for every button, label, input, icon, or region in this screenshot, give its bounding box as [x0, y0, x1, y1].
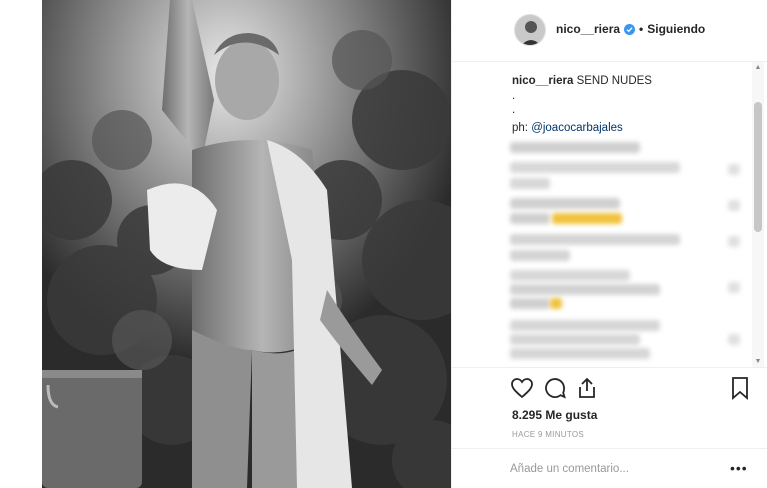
caption-username[interactable]: nico__riera [512, 75, 573, 87]
post-detail-panel: nico__riera • Siguiendo nico__riera SEND… [451, 0, 767, 488]
add-comment-section: ••• [452, 448, 767, 488]
header-text: nico__riera • Siguiendo [556, 22, 705, 36]
blurred-comment [510, 250, 570, 261]
comments-area: nico__riera SEND NUDES . . ph: @joacocar… [452, 62, 767, 368]
blurred-comment [728, 334, 740, 345]
like-count[interactable]: 8.295 Me gusta [512, 408, 597, 422]
follow-status-button[interactable]: Siguiendo [647, 22, 705, 36]
blurred-comment [510, 320, 660, 331]
share-icon [579, 377, 595, 398]
page-margin [0, 0, 42, 488]
comment-button[interactable] [543, 376, 567, 400]
bookmark-icon [732, 377, 748, 400]
blurred-comment [510, 178, 550, 189]
blurred-comment [510, 142, 640, 153]
comments-scrollbar-thumb[interactable] [754, 102, 762, 232]
blurred-comment [728, 200, 740, 211]
blurred-comment [510, 198, 620, 209]
blurred-comment [728, 164, 740, 175]
blurred-comment-highlight [510, 213, 550, 224]
comment-input[interactable] [510, 459, 710, 479]
author-username[interactable]: nico__riera [556, 22, 620, 36]
action-bar [452, 368, 767, 408]
blurred-comment-highlight [550, 298, 562, 309]
photo-credit-link[interactable]: @joacocarbajales [531, 122, 623, 134]
post-header: nico__riera • Siguiendo [452, 0, 767, 62]
verified-badge-icon [624, 23, 636, 35]
like-button[interactable] [510, 376, 534, 400]
caption-text: SEND NUDES [576, 75, 652, 87]
share-button[interactable] [575, 376, 599, 400]
scroll-down-arrow-icon[interactable]: ▼ [754, 358, 762, 366]
photo-credit: ph: @joacocarbajales [512, 121, 752, 136]
comment-bubble-icon [545, 378, 566, 399]
blurred-comment [510, 234, 680, 245]
post-photo[interactable] [42, 0, 451, 488]
blurred-comment [728, 282, 740, 293]
blurred-comment [510, 162, 680, 173]
caption-dot-2: . [512, 104, 516, 116]
scroll-up-arrow-icon[interactable]: ▲ [754, 64, 762, 72]
photo-credit-prefix: ph: [512, 122, 532, 134]
post-caption: nico__riera SEND NUDES . . ph: @joacocar… [512, 74, 752, 136]
header-separator: • [639, 22, 644, 36]
post-timestamp[interactable]: HACE 9 MINUTOS [512, 430, 584, 439]
ellipsis-icon[interactable]: ••• [730, 460, 748, 476]
blurred-comment [728, 236, 740, 247]
blurred-comment [510, 348, 650, 359]
blurred-comment [510, 270, 630, 281]
heart-icon [511, 378, 533, 399]
blurred-comment [510, 334, 640, 345]
blurred-comment-highlight [510, 298, 550, 309]
blurred-comment [510, 284, 660, 295]
author-avatar[interactable] [514, 14, 546, 46]
caption-dot-1: . [512, 90, 516, 102]
blurred-comment-highlight [552, 213, 622, 224]
save-button[interactable] [728, 376, 752, 400]
